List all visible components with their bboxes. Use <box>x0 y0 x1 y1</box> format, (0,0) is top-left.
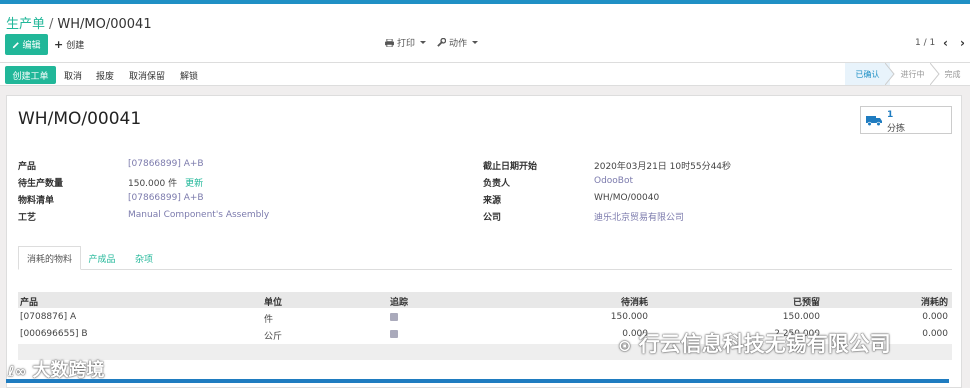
watermark-right: ⊙ 行云信息科技无锡有限公司 <box>618 332 891 356</box>
cell-product: [0708876] A <box>20 312 77 322</box>
tab-misc[interactable]: 杂项 <box>126 246 162 270</box>
watermark-logo-icon: ℓ∞ <box>8 364 27 380</box>
stage-done[interactable]: 完成 <box>935 63 970 85</box>
picking-label: 分拣 <box>887 124 906 134</box>
field-value-routing[interactable]: Manual Component's Assembly <box>128 210 269 220</box>
pencil-icon <box>13 41 20 48</box>
column-header-product[interactable]: 产品 <box>20 295 38 308</box>
field-value-deadline: 2020年03月21日 10时55分44秒 <box>594 162 732 172</box>
field-value-responsible[interactable]: OdooBot <box>594 176 633 186</box>
field-value-source: WH/MO/00040 <box>594 193 660 203</box>
pager-previous-icon[interactable]: ‹ <box>943 36 948 50</box>
cell-to-consume: 150.000 <box>610 312 648 322</box>
watermark-left: ℓ∞ 大数跨境 <box>8 360 105 381</box>
field-label-company: 公司 <box>483 213 502 223</box>
field-label-source: 来源 <box>483 196 502 206</box>
pager-next-icon[interactable]: › <box>960 36 965 50</box>
truck-icon <box>866 116 882 126</box>
field-label-bom: 物料清单 <box>18 196 55 206</box>
field-label-routing: 工艺 <box>18 213 37 223</box>
breadcrumb: 生产单 / WH/MO/00041 <box>6 17 152 32</box>
field-label-qty: 待生产数量 <box>18 179 64 189</box>
table-row[interactable]: [0708876] A 件 150.000 150.000 0.000 <box>18 309 952 325</box>
cancel-button[interactable]: 取消 <box>64 69 82 82</box>
tab-finished-products[interactable]: 产成品 <box>84 246 120 270</box>
print-icon <box>385 38 394 47</box>
cell-consumed: 0.000 <box>922 312 948 322</box>
field-value-product[interactable]: [07866899] A+B <box>128 159 204 169</box>
cell-reserved: 150.000 <box>782 312 820 322</box>
pager-value[interactable]: 1 / 1 <box>915 38 935 48</box>
field-value-qty: 150.000 件更新 <box>128 179 204 189</box>
status-bar: 创建工单 取消 报废 取消保留 解锁 已确认 进行中 完成 <box>0 62 970 86</box>
stage-in-progress[interactable]: 进行中 <box>890 63 935 85</box>
edit-button[interactable]: 编辑 <box>5 34 48 55</box>
stage-confirmed[interactable]: 已确认 <box>845 63 890 85</box>
control-panel: 生产单 / WH/MO/00041 编辑 + 创建 打印 动作 1 / 1 ‹ › <box>0 4 970 62</box>
unlock-button[interactable]: 解锁 <box>180 69 198 82</box>
print-dropdown[interactable]: 打印 <box>385 36 427 49</box>
action-dropdown[interactable]: 动作 <box>437 36 479 49</box>
unreserve-button[interactable]: 取消保留 <box>129 69 165 82</box>
column-header-to-consume[interactable]: 待消耗 <box>558 295 648 308</box>
notebook-tabs: 消耗的物料 产成品 杂项 <box>18 246 952 270</box>
stage-divider-icon <box>885 63 895 85</box>
create-workorder-button[interactable]: 创建工单 <box>5 66 56 84</box>
field-label-product: 产品 <box>18 162 37 172</box>
column-header-unit[interactable]: 单位 <box>264 295 282 308</box>
column-header-reserved[interactable]: 已预留 <box>730 295 820 308</box>
record-title: WH/MO/00041 <box>18 109 142 129</box>
scrap-button[interactable]: 报废 <box>96 69 114 82</box>
wechat-icon: ⊙ <box>618 336 632 355</box>
picking-count: 1 <box>887 110 894 120</box>
tab-consumed-materials[interactable]: 消耗的物料 <box>18 246 81 270</box>
stage-divider-icon <box>930 63 940 85</box>
bottom-accent-bar <box>6 379 949 383</box>
update-qty-link[interactable]: 更新 <box>185 179 203 189</box>
wrench-icon <box>437 38 446 47</box>
cell-unit: 件 <box>264 315 274 325</box>
tracking-checkbox <box>390 313 398 321</box>
field-label-responsible: 负责人 <box>483 179 511 189</box>
field-value-bom[interactable]: [07866899] A+B <box>128 193 204 203</box>
breadcrumb-current: WH/MO/00041 <box>57 17 152 32</box>
field-value-company[interactable]: 迪乐北京贸易有限公司 <box>594 210 684 223</box>
caret-down-icon <box>420 41 427 44</box>
column-header-tracking[interactable]: 追踪 <box>390 295 408 308</box>
caret-down-icon <box>472 41 479 44</box>
table-header: 产品 单位 追踪 待消耗 已预留 消耗的 <box>18 292 952 308</box>
create-button[interactable]: + 创建 <box>54 34 84 55</box>
column-header-consumed[interactable]: 消耗的 <box>856 295 948 308</box>
cell-unit: 公斤 <box>264 332 283 342</box>
tracking-checkbox <box>390 330 398 338</box>
picking-smart-button[interactable]: 1 分拣 <box>860 106 952 134</box>
breadcrumb-parent-link[interactable]: 生产单 <box>6 17 45 32</box>
field-label-deadline: 截止日期开始 <box>483 162 538 172</box>
plus-icon: + <box>54 38 64 51</box>
cell-product: [000696655] B <box>20 329 88 339</box>
